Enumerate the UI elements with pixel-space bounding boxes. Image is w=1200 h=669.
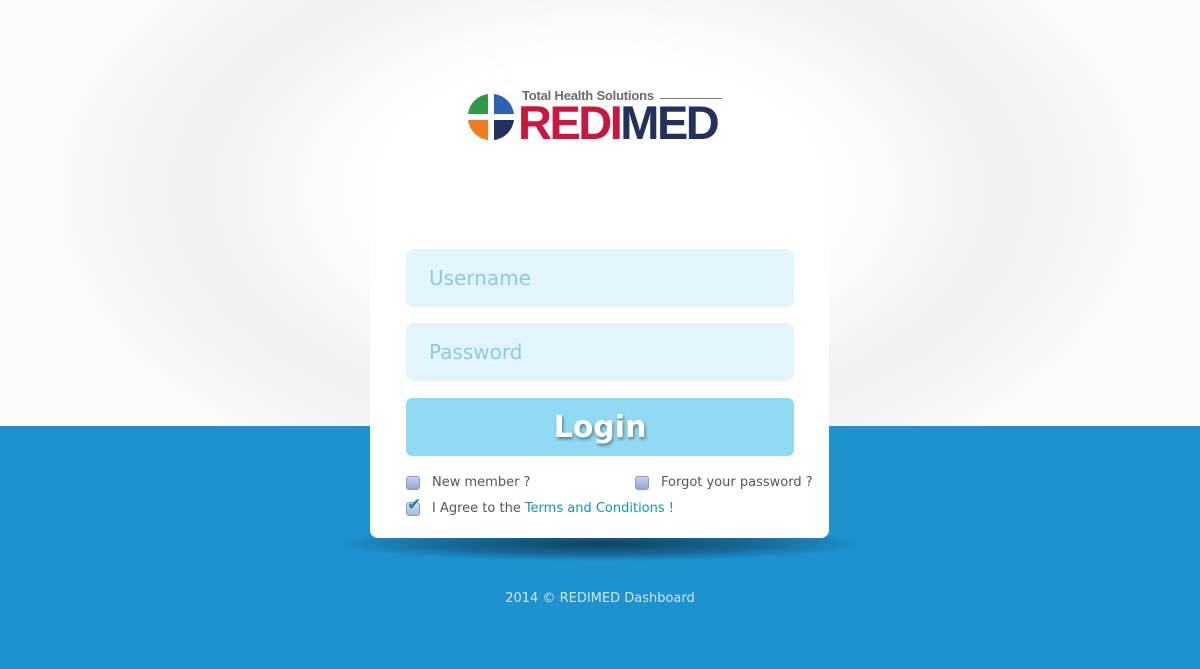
password-input[interactable] bbox=[406, 323, 794, 381]
cross-logo-icon bbox=[468, 94, 514, 140]
login-button[interactable]: Login bbox=[406, 398, 794, 456]
login-card: Login New member ? Forgot your password … bbox=[370, 214, 829, 538]
agree-terms-option[interactable]: ✔ I Agree to the Terms and Conditions ! bbox=[406, 496, 674, 516]
new-member-label: New member ? bbox=[432, 475, 531, 490]
logo-wordmark-navy: MED bbox=[620, 96, 719, 149]
username-input[interactable] bbox=[406, 249, 794, 307]
terms-and-conditions-link[interactable]: Terms and Conditions ! bbox=[525, 501, 674, 516]
logo-wordmark-red: REDI bbox=[518, 96, 623, 149]
forgot-password-checkbox[interactable] bbox=[635, 475, 649, 490]
new-member-option[interactable]: New member ? bbox=[406, 475, 530, 490]
agree-terms-label: I Agree to the bbox=[432, 501, 521, 516]
login-page: Total Health Solutions REDIMED Login New… bbox=[0, 0, 1200, 669]
footer-copyright: 2014 © REDIMED Dashboard bbox=[505, 591, 695, 606]
redimed-logo: Total Health Solutions REDIMED bbox=[464, 86, 732, 148]
forgot-password-option[interactable]: Forgot your password ? bbox=[635, 475, 813, 490]
agree-terms-checkbox[interactable]: ✔ bbox=[406, 496, 421, 516]
forgot-password-label: Forgot your password ? bbox=[661, 475, 813, 490]
new-member-checkbox[interactable] bbox=[406, 475, 420, 490]
logo-wordmark: REDIMED bbox=[518, 96, 720, 149]
checkmark-icon: ✔ bbox=[407, 494, 422, 515]
